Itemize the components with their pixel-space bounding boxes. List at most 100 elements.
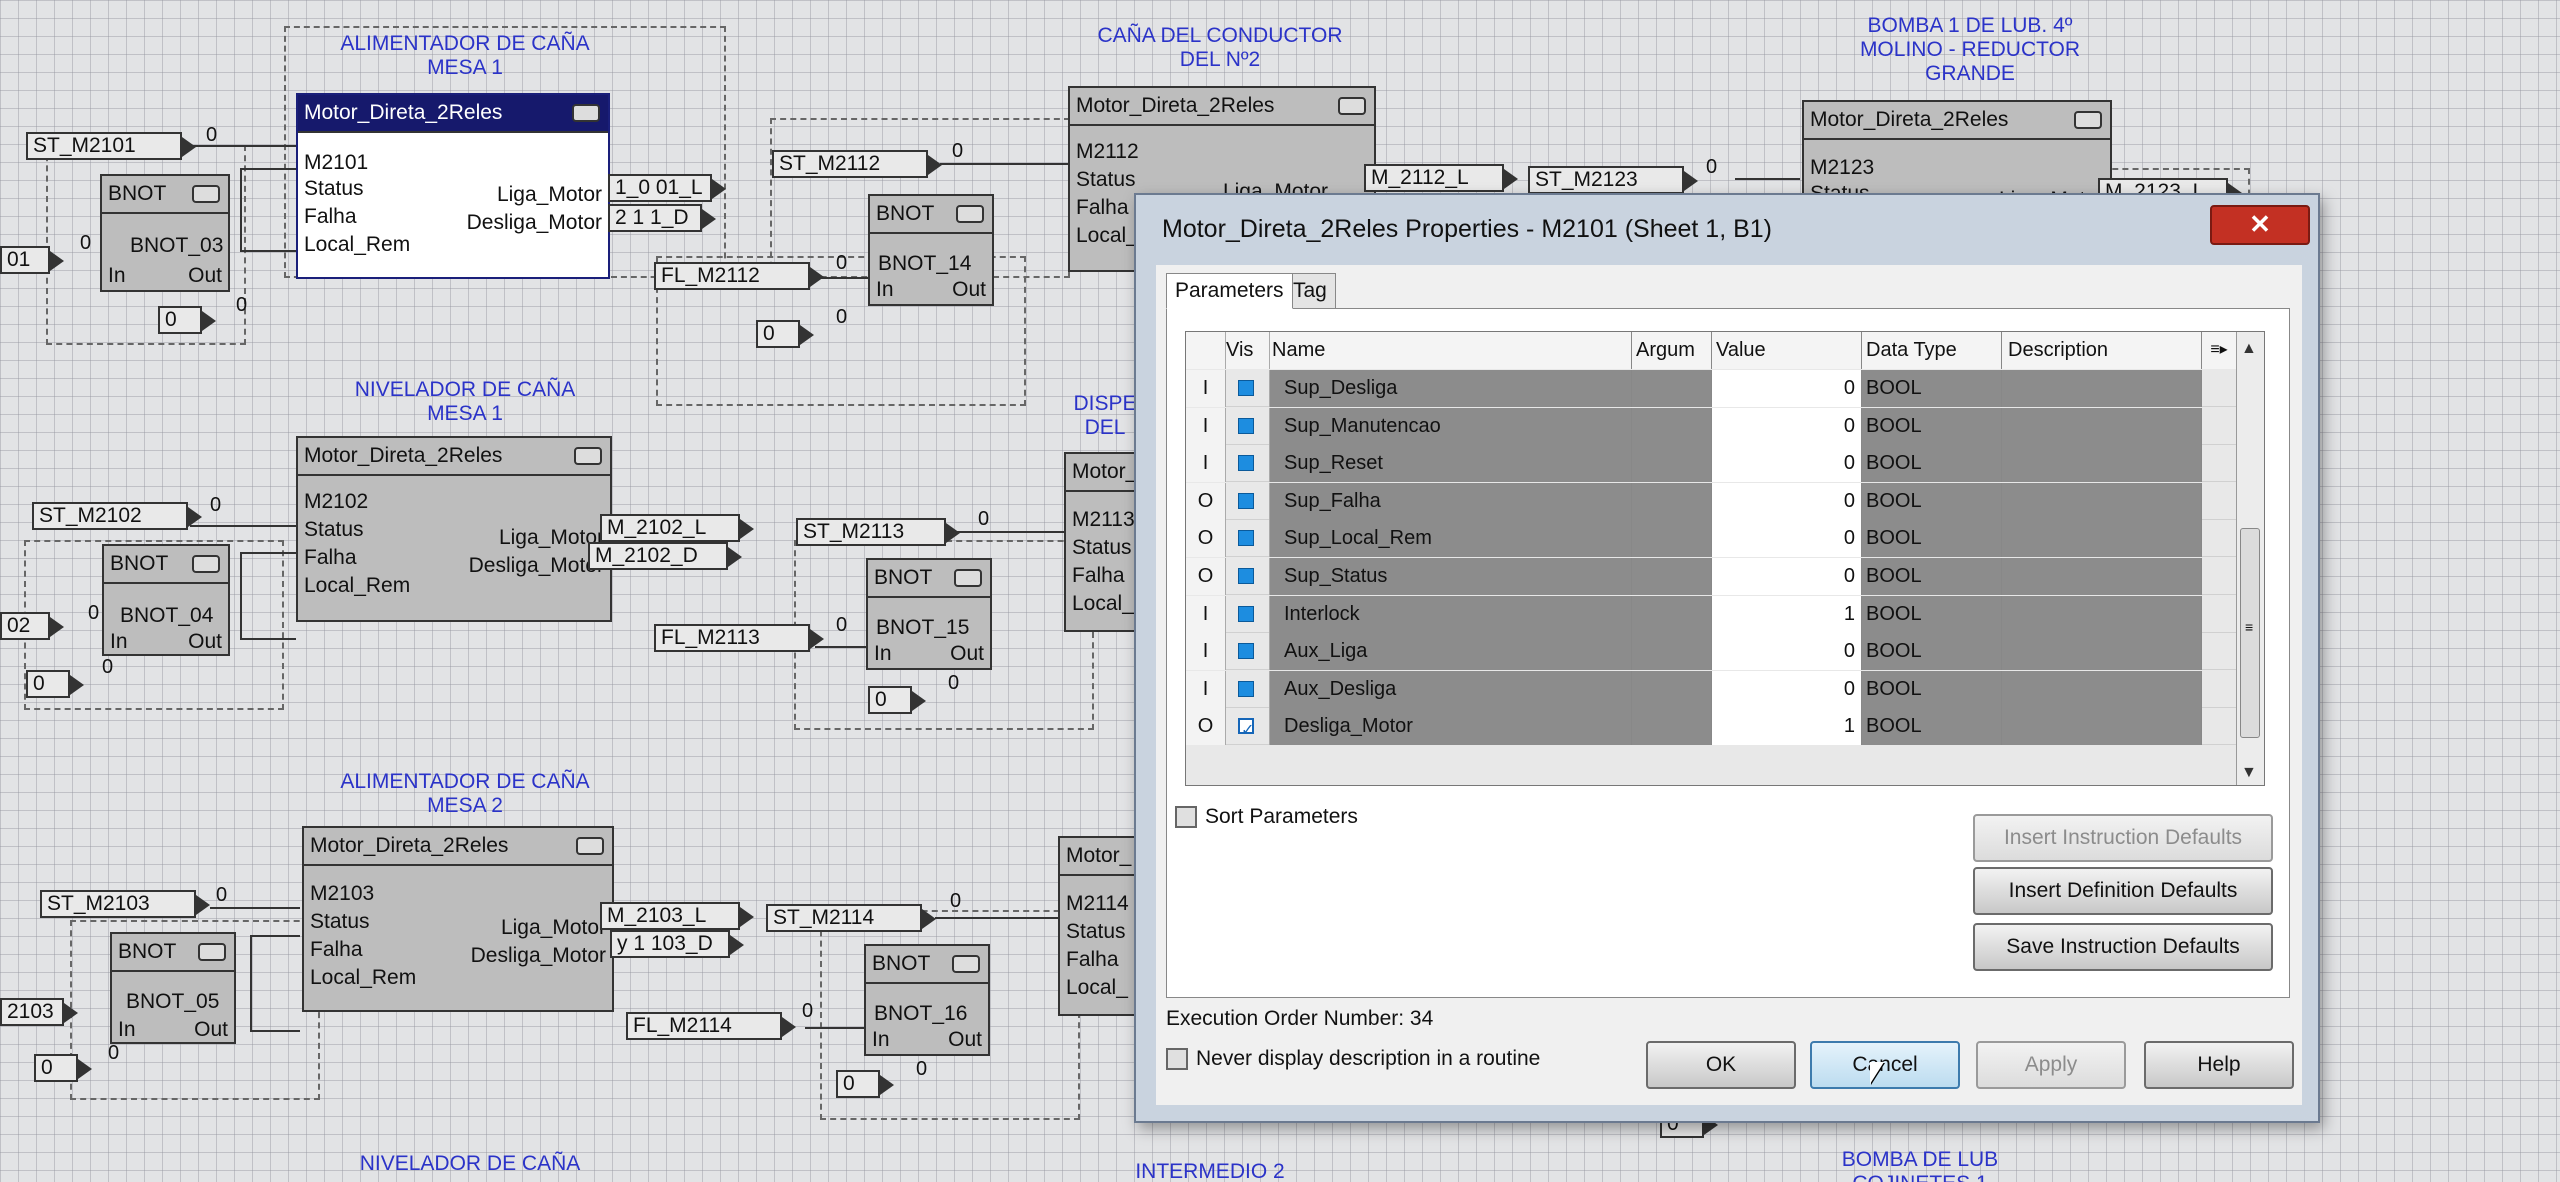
input-tag[interactable]: FL_M2113 [654, 624, 824, 652]
parameters-grid[interactable]: Vis Name Argum Value Data Type Descripti… [1185, 331, 2265, 786]
parameter-row[interactable]: O Desliga_Motor 1BOOL [1186, 708, 2236, 746]
parameter-visible[interactable] [1226, 670, 1270, 708]
input-tag[interactable]: FL_M2114 [626, 1012, 796, 1040]
motor-block-m2103[interactable]: Motor_Direta_2Reles M2103 Status Falha L… [302, 826, 614, 1012]
bnot-block-04[interactable]: BNOT BNOT_04 In Out [102, 544, 230, 656]
parameter-row[interactable]: O Sup_Local_Rem 0 BOOL [1186, 520, 2236, 558]
output-tag[interactable]: 2 1 1_D [608, 204, 716, 232]
collapse-icon[interactable] [954, 569, 982, 587]
parameter-row[interactable]: O Sup_Status 0 BOOL [1186, 558, 2236, 595]
bnot-block-14[interactable]: BNOT BNOT_14 In Out [868, 194, 994, 306]
parameter-visible[interactable] [1226, 708, 1270, 746]
grid-scrollbar[interactable]: ▲ ≡ ▼ [2236, 332, 2264, 785]
ok-button[interactable]: OK [1646, 1041, 1796, 1089]
visible-checkbox[interactable] [1238, 605, 1254, 622]
column-header-data-type[interactable]: Data Type [1862, 332, 2002, 369]
column-header-name[interactable]: Name [1270, 332, 1632, 369]
bnot-block-15[interactable]: BNOT BNOT_15 In Out [866, 558, 992, 670]
parameter-row[interactable]: I Sup_Reset 0 BOOL [1186, 445, 2236, 483]
parameter-row[interactable]: I Sup_Manutencao 0 BOOL [1186, 407, 2236, 445]
input-tag[interactable]: ST_M2101 [26, 132, 196, 160]
parameter-visible[interactable] [1226, 633, 1270, 671]
parameter-visible[interactable] [1226, 595, 1270, 633]
collapse-icon[interactable] [192, 555, 220, 573]
parameter-visible[interactable] [1226, 445, 1270, 483]
parameter-value[interactable]: 0 [1712, 670, 1862, 708]
input-tag[interactable]: ST_M2113 [796, 518, 960, 546]
parameter-visible[interactable] [1226, 407, 1270, 445]
parameter-value[interactable]: 0 [1712, 633, 1862, 671]
visible-checkbox[interactable] [1238, 680, 1254, 697]
input-tag[interactable]: ST_M2112 [772, 150, 942, 178]
input-tag[interactable]: 01 [0, 246, 64, 274]
parameter-value[interactable]: 0 [1712, 370, 1862, 407]
visible-checkbox[interactable] [1238, 455, 1254, 472]
parameter-value[interactable]: 0 [1712, 407, 1862, 445]
collapse-icon[interactable] [2074, 111, 2102, 129]
parameter-value[interactable]: 0 [1712, 445, 1862, 483]
bnot-block-03[interactable]: BNOT BNOT_03 In Out [100, 174, 230, 292]
parameter-row[interactable]: I Aux_Liga 0 BOOL [1186, 633, 2236, 671]
input-tag[interactable]: 0 [26, 670, 84, 698]
input-tag[interactable]: 0 [836, 1070, 894, 1098]
collapse-icon[interactable] [1338, 97, 1366, 115]
collapse-icon[interactable] [572, 104, 600, 122]
bnot-block-05[interactable]: BNOT BNOT_05 In Out [110, 932, 236, 1044]
output-tag[interactable]: M_2102_L [600, 514, 754, 542]
input-tag[interactable]: FL_M2112 [654, 262, 824, 290]
parameter-visible[interactable] [1226, 482, 1270, 520]
properties-dialog[interactable]: Motor_Direta_2Reles Properties - M2101 (… [1134, 193, 2320, 1123]
column-header-argument[interactable]: Argum [1632, 332, 1712, 369]
parameter-value[interactable]: 1 [1712, 595, 1862, 633]
collapse-icon[interactable] [956, 205, 984, 223]
insert-instruction-defaults-button[interactable]: Insert Instruction Defaults [1973, 814, 2273, 862]
parameter-row[interactable]: I Aux_Desliga 0 BOOL [1186, 670, 2236, 708]
scrollbar-thumb[interactable]: ≡ [2240, 528, 2260, 738]
parameter-row[interactable]: I Sup_Desliga 0 BOOL [1186, 370, 2236, 407]
input-tag[interactable]: 02 [0, 612, 64, 640]
parameter-value[interactable]: 1 [1712, 708, 1862, 746]
visible-checkbox[interactable] [1238, 492, 1254, 509]
motor-block-m2114[interactable]: Motor_ M2114 Status Falha Local_ [1058, 836, 1138, 1016]
visible-checkbox[interactable] [1238, 417, 1254, 434]
input-tag[interactable]: ST_M2102 [32, 502, 202, 530]
collapse-icon[interactable] [198, 943, 226, 961]
scroll-up-icon[interactable]: ▲ [2241, 340, 2257, 358]
input-tag[interactable]: 0 [34, 1054, 92, 1082]
close-button[interactable]: ✕ [2210, 205, 2310, 245]
collapse-icon[interactable] [952, 955, 980, 973]
parameter-visible[interactable] [1226, 370, 1270, 407]
input-tag[interactable]: 0 [756, 320, 814, 348]
motor-block-m2101[interactable]: Motor_Direta_2Reles M2101 Status Falha L… [296, 93, 610, 279]
sort-parameters-checkbox[interactable] [1175, 806, 1197, 828]
column-header-vis[interactable]: Vis [1226, 332, 1270, 369]
input-tag[interactable]: 0 [158, 306, 216, 334]
output-tag[interactable]: 1_0 01_L [608, 174, 726, 202]
tab-parameters[interactable]: Parameters [1166, 273, 1293, 309]
parameter-value[interactable]: 0 [1712, 520, 1862, 558]
output-tag[interactable]: M_2102_D [588, 542, 742, 570]
visible-checkbox[interactable] [1238, 713, 1254, 745]
parameter-value[interactable]: 0 [1712, 482, 1862, 520]
help-button[interactable]: Help [2144, 1041, 2294, 1089]
parameter-row[interactable]: I Interlock 1 BOOL [1186, 595, 2236, 633]
never-display-description-checkbox[interactable] [1166, 1048, 1188, 1070]
input-tag[interactable]: ST_M2103 [40, 890, 210, 918]
scroll-down-icon[interactable]: ▼ [2241, 764, 2257, 782]
bnot-block-16[interactable]: BNOT BNOT_16 In Out [864, 944, 990, 1056]
collapse-icon[interactable] [576, 837, 604, 855]
collapse-icon[interactable] [574, 447, 602, 465]
output-tag[interactable]: y 1 103_D [610, 930, 744, 958]
parameter-visible[interactable] [1226, 520, 1270, 558]
parameter-value[interactable]: 0 [1712, 558, 1862, 595]
visible-checkbox[interactable] [1238, 530, 1254, 547]
input-tag[interactable]: 0 [868, 686, 926, 714]
save-instruction-defaults-button[interactable]: Save Instruction Defaults [1973, 923, 2273, 971]
output-tag[interactable]: M_2112_L [1364, 164, 1518, 192]
collapse-icon[interactable] [192, 185, 220, 203]
input-tag[interactable]: ST_M2123 [1528, 166, 1698, 194]
visible-checkbox[interactable] [1238, 380, 1254, 396]
column-header-description[interactable]: Description [2002, 332, 2202, 369]
apply-button[interactable]: Apply [1976, 1041, 2126, 1089]
column-header-value[interactable]: Value [1712, 332, 1862, 369]
